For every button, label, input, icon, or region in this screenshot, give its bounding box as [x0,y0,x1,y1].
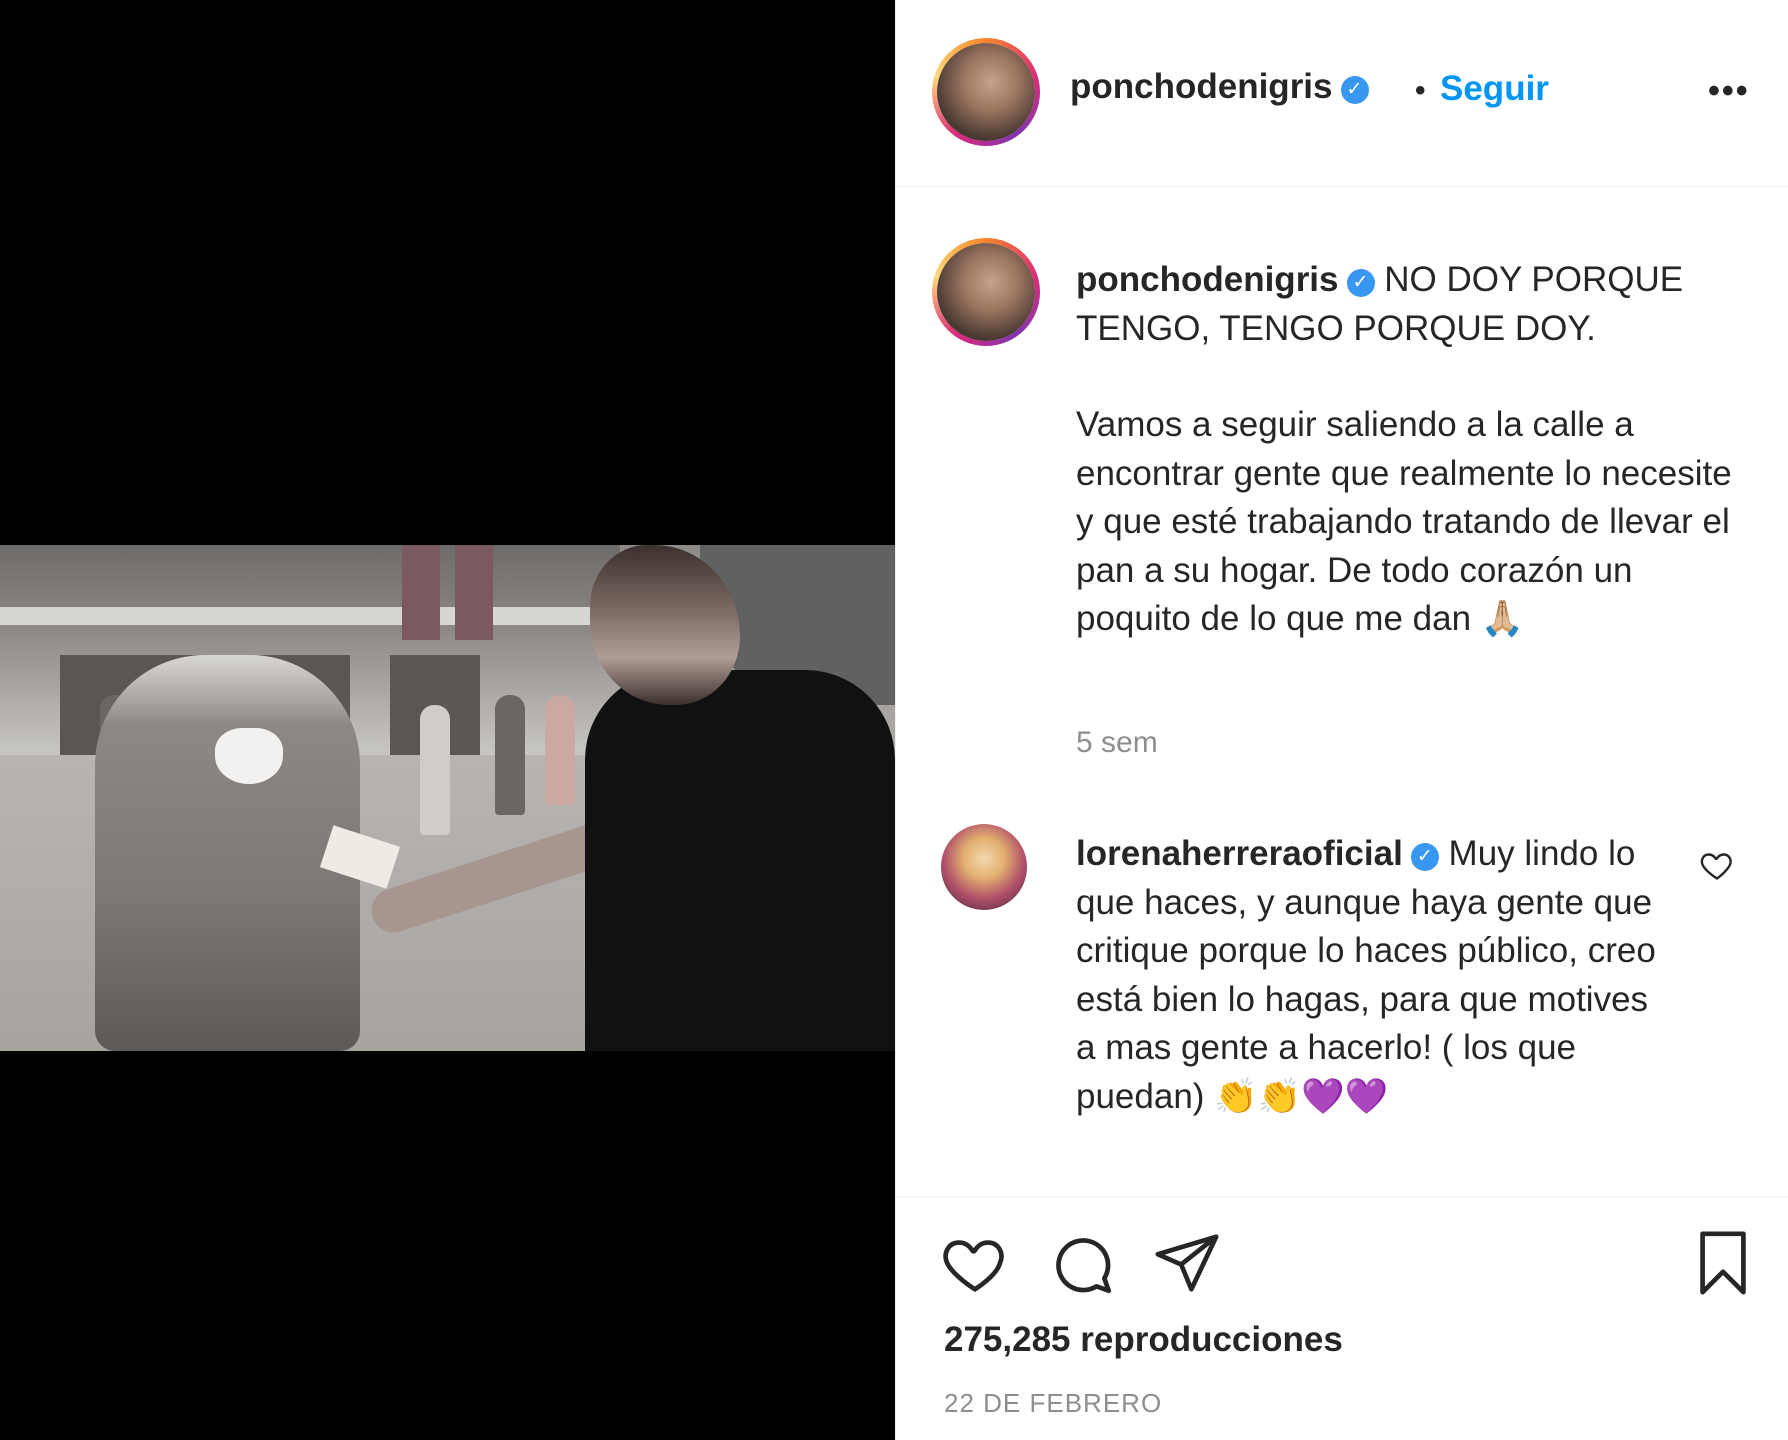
pedestrian [495,695,525,815]
bearded-head [590,545,740,705]
verified-badge-icon: ✓ [1346,269,1375,297]
author-avatar[interactable] [932,38,1040,146]
paper-plane-icon[interactable] [1152,1228,1222,1298]
header-divider [896,186,1788,187]
action-bar [896,1228,1788,1298]
street-banner [402,545,440,640]
comment-username[interactable]: lorenaherreraoficial [1076,834,1403,873]
pedestrian [545,695,575,805]
comment-text: Muy lindo lo que haces, y aunque haya ge… [1076,834,1656,1116]
pedestrian [420,705,450,835]
street-banner [455,545,493,640]
comment-like-heart-icon[interactable] [1699,847,1735,883]
views-count[interactable]: 275,285 reproducciones [944,1320,1343,1360]
instagram-post: ponchodenigris ✓ • Seguir ••• ponchodenig… [0,0,1788,1440]
younger-man [585,545,895,1051]
separator-dot: • [1415,74,1426,107]
verified-badge-icon: ✓ [1410,843,1439,871]
older-man [95,655,360,1051]
more-options-icon[interactable]: ••• [1708,72,1750,111]
header-username-text[interactable]: ponchodenigris [1070,67,1333,106]
store-canopy [0,607,600,625]
commenter-avatar[interactable] [941,824,1027,910]
header-username[interactable]: ponchodenigris ✓ [1070,67,1369,107]
bookmark-icon[interactable] [1688,1228,1758,1298]
video-frame[interactable] [0,545,895,1051]
face-mask [215,728,283,784]
post-caption: ponchodenigris ✓ NO DOY PORQUE TENGO, TEN… [1076,256,1756,644]
post-sidebar: ponchodenigris ✓ • Seguir ••• ponchodenig… [895,0,1788,1440]
black-tshirt [585,670,895,1051]
comment-icon[interactable] [1046,1228,1116,1298]
follow-button[interactable]: Seguir [1440,69,1549,109]
verified-badge-icon: ✓ [1340,76,1369,104]
caption-timestamp[interactable]: 5 sem [1076,726,1158,760]
actions-divider [896,1196,1788,1197]
avatar-photo [937,43,1035,141]
post-date[interactable]: 22 DE FEBRERO [944,1388,1162,1419]
caption-body: Vamos a seguir saliendo a la calle a enc… [1076,405,1732,638]
comment: lorenaherreraoficial ✓ Muy lindo lo que h… [1076,830,1666,1121]
caption-avatar[interactable] [932,238,1040,346]
avatar-photo [937,243,1035,341]
post-media[interactable] [0,0,895,1440]
caption-username[interactable]: ponchodenigris [1076,260,1339,299]
heart-icon[interactable] [940,1228,1010,1298]
